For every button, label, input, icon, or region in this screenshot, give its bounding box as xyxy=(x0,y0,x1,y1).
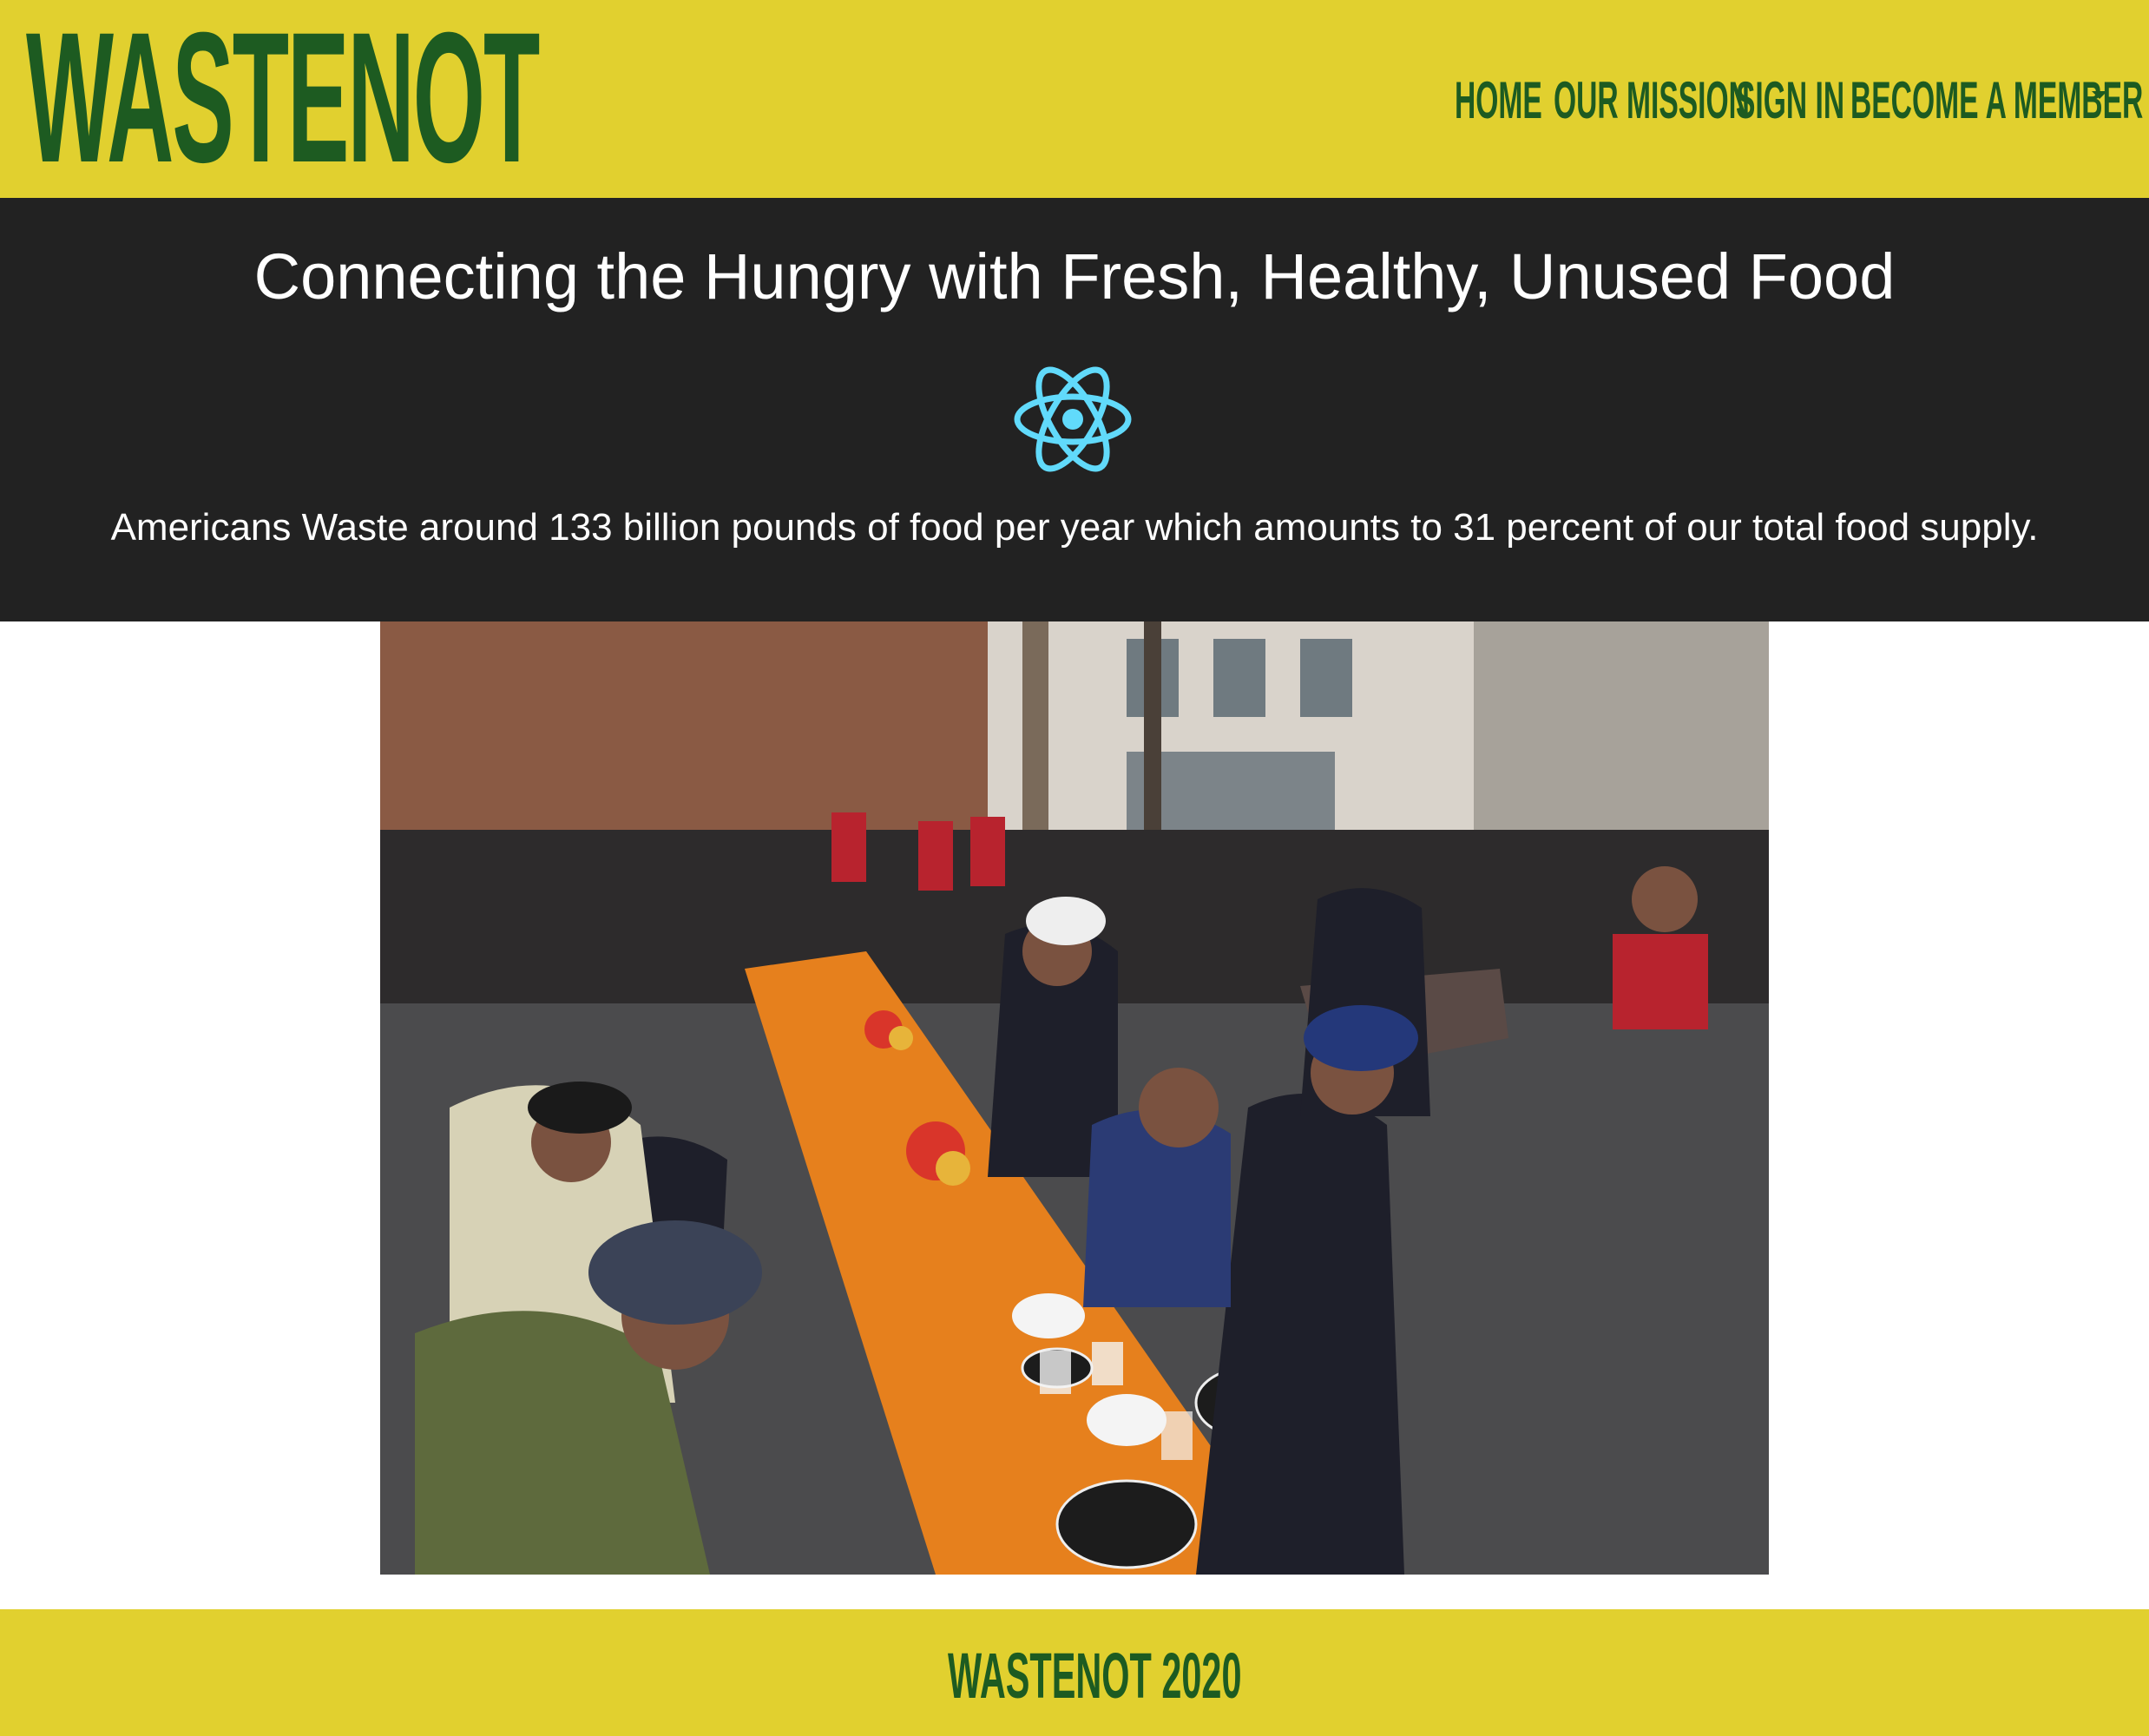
footer-text: WASTENOT 2020 xyxy=(948,1640,1242,1712)
hero-section: Connecting the Hungry with Fresh, Health… xyxy=(0,198,2149,621)
hero-stat-text: Americans Waste around 133 billion pound… xyxy=(110,506,2039,549)
page: WASTENOT HOME OUR MISSION SIGN IN BECOME… xyxy=(0,0,2149,1736)
nav-item-signin: SIGN IN xyxy=(1736,75,1844,127)
nav-mission-link[interactable]: OUR MISSION xyxy=(1554,75,1750,127)
hero-title: Connecting the Hungry with Fresh, Health… xyxy=(253,240,1896,312)
footer: WASTENOT 2020 xyxy=(0,1609,2149,1736)
community-meal-photo xyxy=(380,621,1769,1575)
nav-item-home: HOME xyxy=(1455,75,1542,127)
react-atom-icon xyxy=(1014,366,1132,472)
navbar: WASTENOT HOME OUR MISSION SIGN IN BECOME… xyxy=(0,0,2149,198)
nav-member-dropdown[interactable]: BECOME A MEMBER xyxy=(1850,75,2143,127)
photo-illustration xyxy=(380,621,1769,1575)
nav-item-member: BECOME A MEMBER xyxy=(1850,75,2143,127)
nav-links: HOME OUR MISSION SIGN IN BECOME A MEMBER xyxy=(1455,73,2143,128)
brand-logo[interactable]: WASTENOT xyxy=(26,5,540,191)
nav-item-mission: OUR MISSION xyxy=(1554,75,1750,127)
nav-home-link[interactable]: HOME xyxy=(1455,75,1542,127)
nav-signin-link[interactable]: SIGN IN xyxy=(1736,75,1844,127)
